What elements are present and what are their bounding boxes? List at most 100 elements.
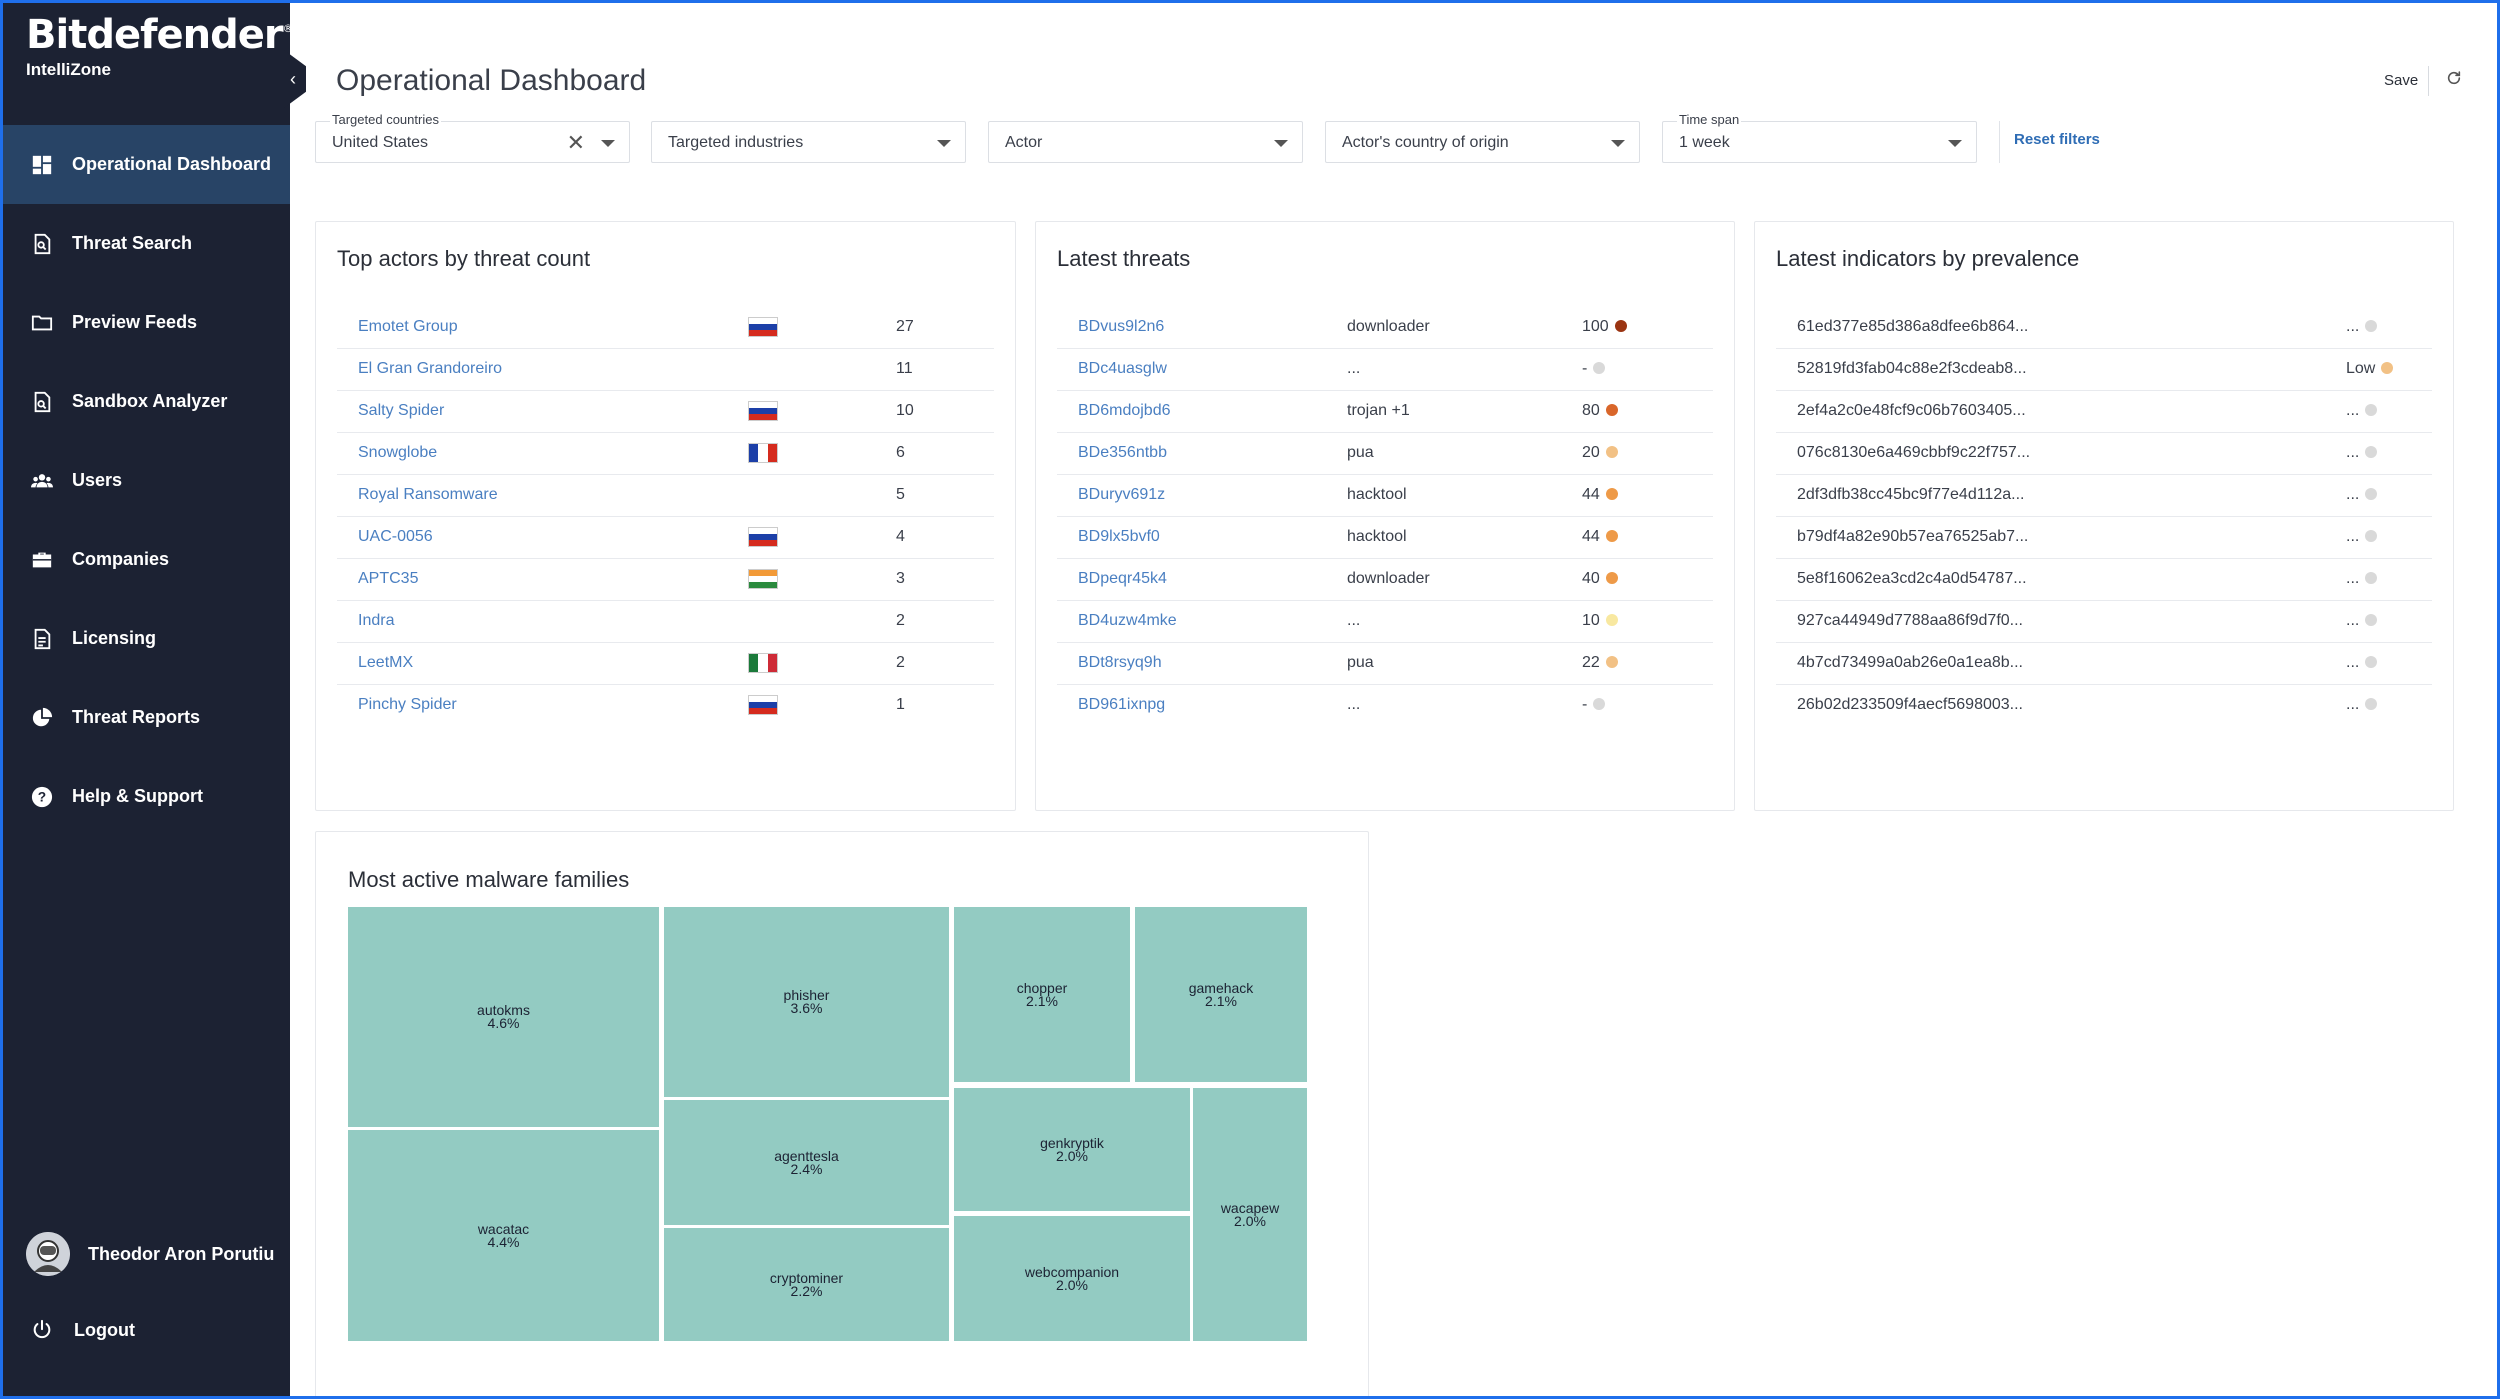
sidebar-item-companies[interactable]: Companies [0,520,290,599]
sidebar-nav: Operational Dashboard Threat Search Previe… [0,125,290,836]
logout-button[interactable]: Logout [30,1318,135,1342]
threat-id-link[interactable]: BDpeqr45k4 [1078,570,1167,588]
table-row: Emotet Group 27 [337,307,994,349]
actor-name-link[interactable]: Royal Ransomware [358,486,498,504]
threat-id-link[interactable]: BD961ixnpg [1078,696,1165,714]
treemap-cell-genkryptik[interactable]: genkryptik 2.0% [954,1088,1190,1211]
indicator-hash[interactable]: 4b7cd73499a0ab26e0a1ea8b... [1797,654,2023,672]
collapse-sidebar-button[interactable]: ‹ [284,50,306,108]
targeted-countries-label: Targeted countries [330,112,441,127]
sidebar-item-threat-search[interactable]: Threat Search [0,204,290,283]
threat-id-link[interactable]: BDuryv691z [1078,486,1165,504]
malware-families-card: Most active malware families autokms 4.6%… [315,831,1369,1399]
targeted-industries-value: Targeted industries [668,134,804,151]
flag-ru-icon [748,317,778,337]
prevalence-dot-icon [2365,656,2378,668]
sidebar-item-threat-reports[interactable]: Threat Reports [0,678,290,757]
user-profile[interactable]: Theodor Aron Porutiu [26,1232,274,1276]
sidebar-item-licensing[interactable]: Licensing [0,599,290,678]
prevalence-value: ... [2346,318,2360,335]
save-button[interactable]: Save [2384,72,2418,89]
treemap-cell-gamehack[interactable]: gamehack 2.1% [1135,907,1307,1082]
reset-filters-link[interactable]: Reset filters [2014,131,2100,148]
threat-id-link[interactable]: BD9lx5bvf0 [1078,528,1160,546]
score-dot-icon [1605,488,1618,500]
actor-name-link[interactable]: Snowglobe [358,444,437,462]
treemap-cell-phisher[interactable]: phisher 3.6% [664,907,949,1097]
actor-name-link[interactable]: UAC-0056 [358,528,433,546]
threat-type: hacktool [1347,528,1407,545]
power-icon [30,1318,54,1342]
sidebar-item-operational-dashboard[interactable]: Operational Dashboard [0,125,290,204]
prevalence-dot-icon [2365,320,2378,332]
clear-icon[interactable]: ✕ [567,130,585,156]
sidebar-item-sandbox-analyzer[interactable]: Sandbox Analyzer [0,362,290,441]
indicator-hash[interactable]: 26b02d233509f4aecf5698003... [1797,696,2023,714]
actor-name-link[interactable]: El Gran Grandoreiro [358,360,502,378]
brand-name: Bitdefender [26,12,284,58]
threat-id-link[interactable]: BDt8rsyq9h [1078,654,1162,672]
sidebar-item-preview-feeds[interactable]: Preview Feeds [0,283,290,362]
indicator-hash[interactable]: 61ed377e85d386a8dfee6b864... [1797,318,2028,336]
treemap-cell-webcompanion[interactable]: webcompanion 2.0% [954,1216,1190,1341]
indicator-hash[interactable]: 927ca44949d7788aa86f9d7f0... [1797,612,2023,630]
threat-id-link[interactable]: BDc4uasglw [1078,360,1167,378]
refresh-button[interactable] [2446,70,2462,91]
indicator-hash[interactable]: 076c8130e6a469cbbf9c22f757... [1797,444,2030,462]
threat-score: - [1582,696,1588,713]
prevalence-dot-icon [2365,446,2378,458]
treemap-cell-chopper[interactable]: chopper 2.1% [954,907,1130,1082]
malware-share: 4.4% [487,1233,520,1250]
threat-id-link[interactable]: BD4uzw4mke [1078,612,1177,630]
prevalence-dot-icon [2365,614,2378,626]
sidebar-item-label: Threat Search [72,233,193,253]
targeted-industries-select[interactable]: Targeted industries [651,121,966,163]
table-row: 52819fd3fab04c88e2f3cdeab8... Low [1776,349,2432,391]
actor-name-link[interactable]: Pinchy Spider [358,696,457,714]
table-row: 4b7cd73499a0ab26e0a1ea8b...... [1776,643,2432,685]
avatar [26,1232,70,1276]
malware-share: 2.0% [1056,1147,1088,1164]
threat-id-link[interactable]: BD6mdojbd6 [1078,402,1171,420]
table-row: 5e8f16062ea3cd2c4a0d54787...... [1776,559,2432,601]
threat-count: 4 [896,528,905,545]
treemap-cell-wacapew[interactable]: wacapew 2.0% [1193,1088,1307,1341]
time-span-select[interactable]: Time span 1 week [1662,112,1977,163]
treemap-cell-cryptominer[interactable]: cryptominer 2.2% [664,1228,949,1341]
threat-count: 2 [896,654,905,671]
sidebar-item-help-support[interactable]: ? Help & Support [0,757,290,836]
flag-ru-icon [748,401,778,421]
actor-name-link[interactable]: APTC35 [358,570,418,588]
treemap-cell-agenttesla[interactable]: agenttesla 2.4% [664,1100,949,1225]
indicator-hash[interactable]: 2df3dfb38cc45bc9f77e4d112a... [1797,486,2024,504]
threat-score: - [1582,360,1588,377]
actor-select[interactable]: Actor [988,121,1303,163]
targeted-countries-select[interactable]: Targeted countries United States ✕ [315,112,630,163]
actor-name-link[interactable]: Indra [358,612,394,630]
brand-logo[interactable]: Bitdefender® IntelliZone [26,12,294,80]
threat-count: 10 [896,402,914,419]
sidebar-item-label: Sandbox Analyzer [72,391,228,411]
table-row: BDc4uasglw... - [1057,349,1713,391]
actor-name-link[interactable]: Salty Spider [358,402,444,420]
actor-origin-select[interactable]: Actor's country of origin [1325,121,1640,163]
actor-name-link[interactable]: LeetMX [358,654,413,672]
prevalence-dot-icon [2365,488,2378,500]
indicator-hash[interactable]: 2ef4a2c0e48fcf9c06b7603405... [1797,402,2026,420]
treemap-cell-autokms[interactable]: autokms 4.6% [348,907,659,1127]
briefcase-icon [30,548,54,572]
threat-type: downloader [1347,318,1430,335]
threat-id-link[interactable]: BDvus9l2n6 [1078,318,1164,336]
treemap-cell-wacatac[interactable]: wacatac 4.4% [348,1130,659,1341]
chevron-down-icon [1611,140,1625,147]
threat-type: pua [1347,654,1374,671]
sidebar: Bitdefender® IntelliZone Operational Das… [0,0,294,1399]
indicator-hash[interactable]: 5e8f16062ea3cd2c4a0d54787... [1797,570,2027,588]
threat-id-link[interactable]: BDe356ntbb [1078,444,1167,462]
header-divider [2428,66,2429,96]
actor-name-link[interactable]: Emotet Group [358,318,458,336]
sidebar-item-users[interactable]: Users [0,441,290,520]
indicator-hash[interactable]: 52819fd3fab04c88e2f3cdeab8... [1797,360,2027,378]
indicator-hash[interactable]: b79df4a82e90b57ea76525ab7... [1797,528,2028,546]
prevalence-dot-icon [2365,530,2378,542]
